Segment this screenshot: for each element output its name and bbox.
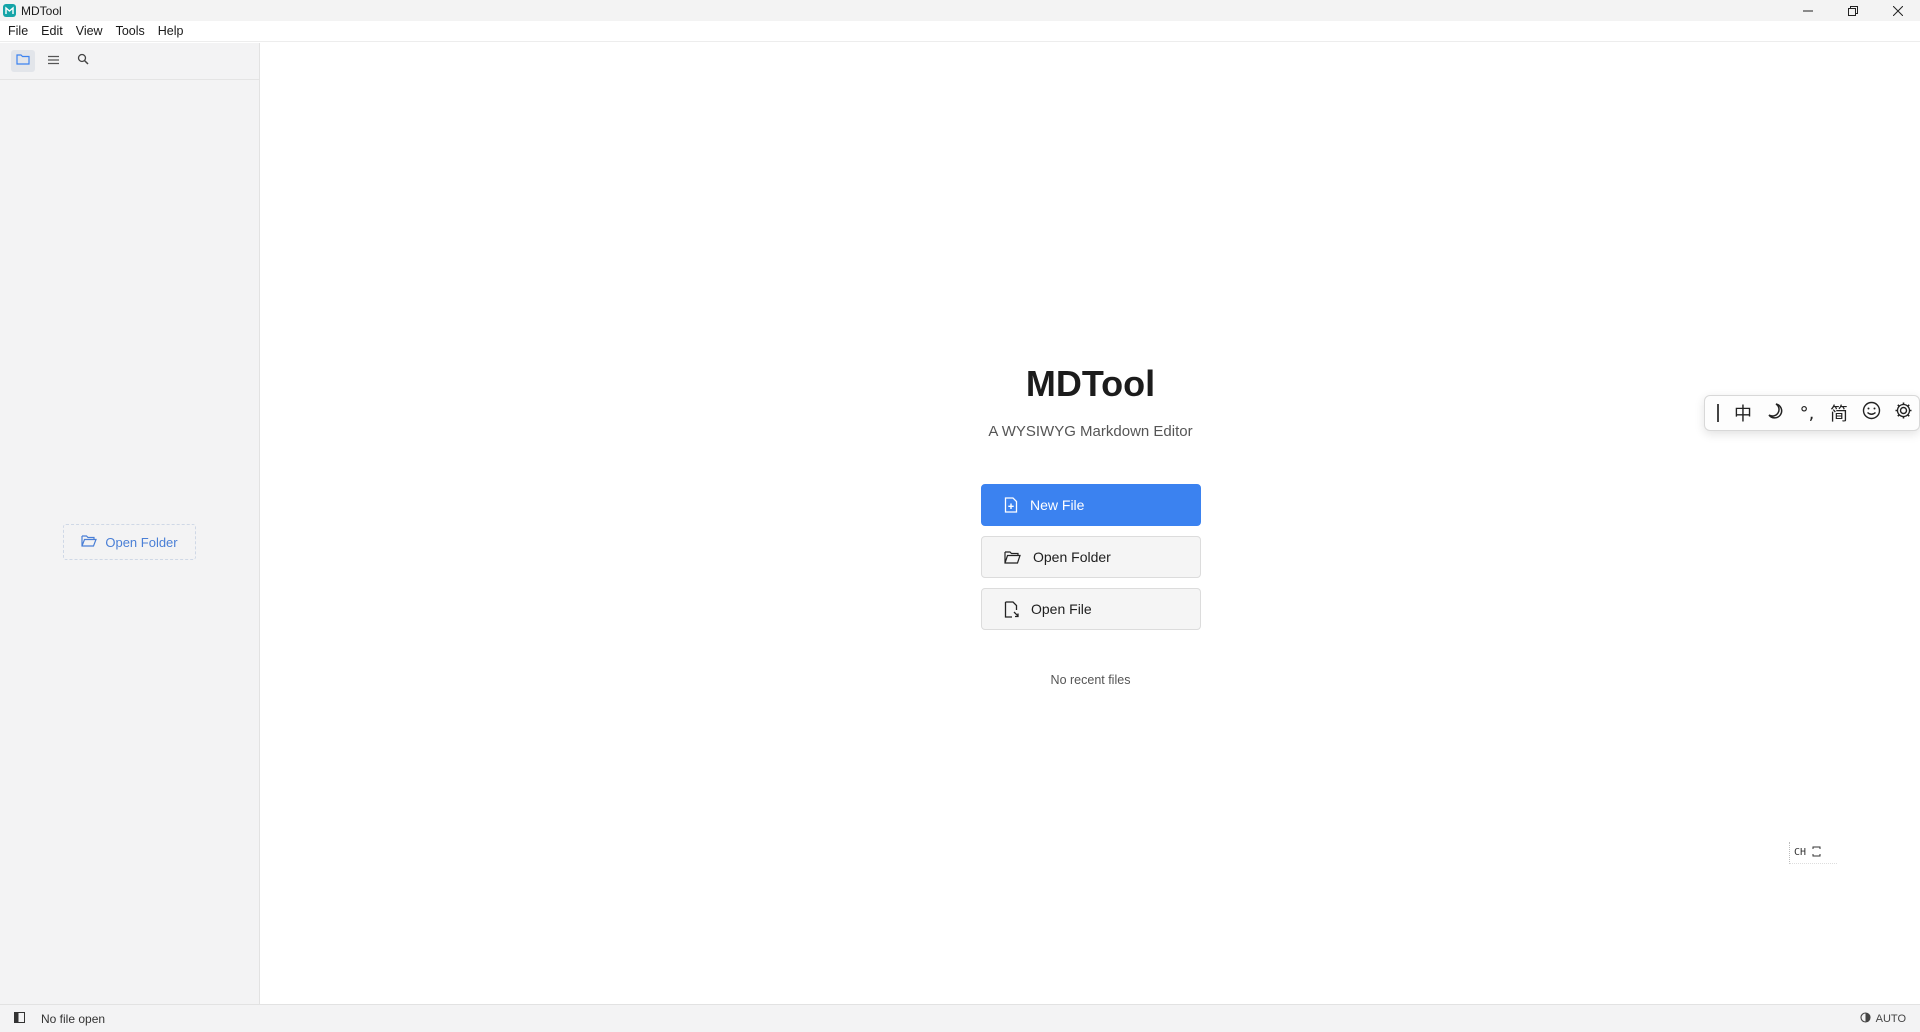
open-folder-label: Open Folder bbox=[1033, 549, 1111, 565]
app-logo-icon bbox=[3, 4, 16, 17]
open-folder-icon bbox=[81, 534, 98, 550]
new-file-label: New File bbox=[1030, 497, 1085, 513]
ime-settings-button[interactable] bbox=[1887, 398, 1919, 428]
status-bar: No file open AUTO bbox=[0, 1004, 1920, 1032]
new-file-icon bbox=[1004, 497, 1018, 513]
menu-tools[interactable]: Tools bbox=[109, 21, 151, 42]
ime-toolbar: 中 °, 简 bbox=[1704, 395, 1920, 431]
ime-drag-handle[interactable] bbox=[1717, 404, 1719, 422]
menu-edit[interactable]: Edit bbox=[34, 21, 69, 42]
sidebar-open-folder-label: Open Folder bbox=[105, 534, 178, 550]
tab-outline[interactable] bbox=[41, 50, 65, 72]
open-file-label: Open File bbox=[1031, 601, 1092, 617]
new-file-button[interactable]: New File bbox=[981, 484, 1201, 526]
sidebar-toggle-icon bbox=[13, 1010, 25, 1028]
theme-icon bbox=[1860, 1012, 1871, 1026]
minimize-button[interactable] bbox=[1785, 0, 1830, 21]
smiley-icon bbox=[1862, 401, 1881, 425]
title-bar: MDTool bbox=[0, 0, 1920, 21]
restore-button[interactable] bbox=[1830, 0, 1875, 21]
ime-halfwidth-button[interactable] bbox=[1759, 398, 1791, 428]
ime-punctuation-button[interactable]: °, bbox=[1791, 398, 1823, 428]
sidebar-open-folder-button[interactable]: Open Folder bbox=[63, 524, 196, 560]
sidebar-toggle-button[interactable] bbox=[13, 1010, 25, 1028]
welcome-subtitle: A WYSIWYG Markdown Editor bbox=[988, 423, 1193, 440]
open-folder-button[interactable]: Open Folder bbox=[981, 536, 1201, 578]
tab-files[interactable] bbox=[11, 50, 35, 72]
welcome-title: MDTool bbox=[1025, 363, 1156, 404]
folder-icon bbox=[16, 52, 30, 70]
tab-search[interactable] bbox=[71, 50, 95, 72]
open-folder-icon bbox=[1004, 550, 1021, 564]
moon-icon bbox=[1766, 402, 1784, 425]
file-status: No file open bbox=[41, 1011, 106, 1026]
menu-file[interactable]: File bbox=[0, 21, 34, 42]
close-button[interactable] bbox=[1875, 0, 1920, 21]
sidebar-tabs bbox=[0, 43, 259, 80]
ime-mini-label: CH bbox=[1794, 847, 1807, 858]
outline-icon bbox=[47, 52, 60, 70]
ime-simplified-button[interactable]: 简 bbox=[1823, 398, 1855, 428]
ime-mini-indicator[interactable]: CH bbox=[1789, 842, 1837, 864]
theme-mode-button[interactable]: AUTO bbox=[1860, 1005, 1906, 1032]
menu-view[interactable]: View bbox=[69, 21, 109, 42]
recent-files-empty: No recent files bbox=[1050, 673, 1131, 687]
menu-help[interactable]: Help bbox=[151, 21, 190, 42]
expand-icon bbox=[1812, 844, 1821, 862]
theme-mode-label: AUTO bbox=[1875, 1013, 1906, 1025]
open-file-button[interactable]: Open File bbox=[981, 588, 1201, 630]
sidebar: Open Folder bbox=[0, 43, 260, 1004]
ime-emoji-button[interactable] bbox=[1855, 398, 1887, 428]
menu-bar: File Edit View Tools Help bbox=[0, 21, 1920, 42]
open-file-icon bbox=[1004, 600, 1019, 618]
window-title: MDTool bbox=[21, 3, 62, 18]
welcome-panel: MDTool A WYSIWYG Markdown Editor New Fil… bbox=[261, 43, 1920, 1004]
search-icon bbox=[77, 52, 89, 70]
ime-chinese-mode-button[interactable]: 中 bbox=[1727, 398, 1759, 428]
gear-icon bbox=[1894, 401, 1913, 425]
